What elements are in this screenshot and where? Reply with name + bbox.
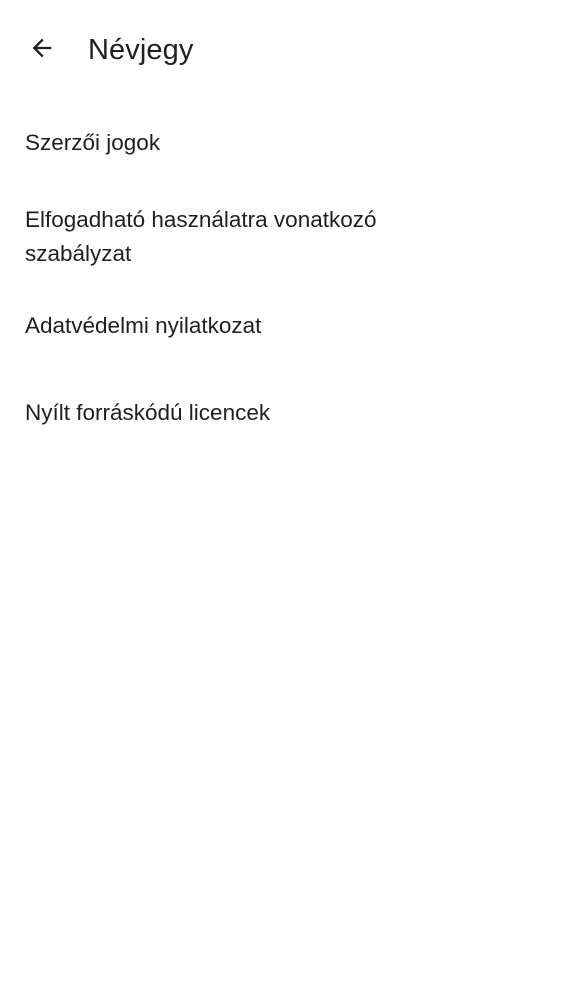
list-item-label: Adatvédelmi nyilatkozat (25, 313, 262, 338)
about-menu-list: Szerzői jogok Elfogadható használatra vo… (0, 100, 562, 462)
arrow-back-icon (28, 34, 56, 67)
list-item-label: Elfogadható használatra vonatkozó szabál… (25, 207, 377, 266)
list-item-copyright[interactable]: Szerzői jogok (0, 100, 562, 186)
app-bar: Névjegy (0, 0, 562, 100)
page-title: Névjegy (88, 34, 194, 66)
list-item-label: Nyílt forráskódú licencek (25, 400, 271, 425)
list-item-label: Szerzői jogok (25, 130, 161, 155)
back-button[interactable] (18, 26, 66, 74)
list-item-open-source-licenses[interactable]: Nyílt forráskódú licencek (0, 364, 562, 462)
list-item-acceptable-use-policy[interactable]: Elfogadható használatra vonatkozó szabál… (0, 186, 562, 288)
list-item-privacy-policy[interactable]: Adatvédelmi nyilatkozat (0, 288, 562, 364)
